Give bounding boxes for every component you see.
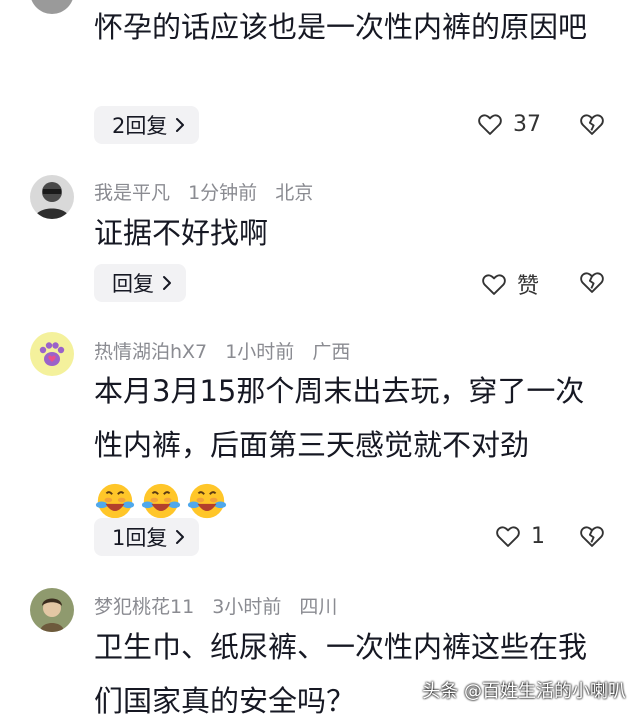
comment-time: 1分钟前	[188, 182, 258, 204]
broken-heart-icon	[578, 268, 606, 296]
replies-label: 1回复	[112, 526, 168, 550]
username[interactable]: 热情湖泊hX7	[94, 341, 207, 363]
like-count: 37	[513, 111, 541, 137]
comment-meta: 梦犯桃花11 3小时前 四川	[94, 592, 349, 619]
replies-button[interactable]: 1回复	[94, 518, 200, 556]
chevron-right-icon	[175, 117, 185, 133]
username[interactable]: 我是平凡	[94, 182, 170, 204]
dislike-button[interactable]	[578, 522, 606, 550]
avatar[interactable]	[30, 588, 74, 632]
chevron-right-icon	[162, 275, 172, 291]
comment-time: 1小时前	[225, 341, 295, 363]
like-count: 赞	[517, 274, 540, 299]
like-button[interactable]: 赞	[480, 268, 539, 300]
like-count: 1	[531, 523, 545, 549]
replies-button[interactable]: 2回复	[94, 106, 200, 144]
comment-location: 北京	[275, 182, 314, 204]
comment-meta: 热情湖泊hX7 1小时前 广西	[94, 337, 362, 364]
avatar[interactable]	[30, 332, 74, 376]
comment-text: 本月3月15那个周末出去玩，穿了一次性内裤，后面第三天感觉就不对劲	[94, 374, 585, 462]
comment-meta: 我是平凡 1分钟前 北京	[94, 178, 325, 205]
watermark: 头条 @百姓生活的小喇叭	[422, 681, 626, 702]
avatar[interactable]	[30, 175, 74, 219]
comment-text: 怀孕的话应该也是一次性内裤的原因吧	[94, 10, 588, 44]
like-button[interactable]: 37	[476, 110, 541, 138]
comment-text: 卫生巾、纸尿裤、一次性内裤这些在我们国家真的安全吗？	[94, 630, 588, 718]
dislike-button[interactable]	[578, 110, 606, 138]
like-button[interactable]: 1	[494, 522, 545, 550]
comment-time: 3小时前	[212, 596, 282, 618]
heart-icon	[494, 522, 522, 550]
replies-button[interactable]: 回复	[94, 264, 186, 302]
laugh-cry-emoji-icon	[141, 483, 181, 519]
replies-label: 回复	[112, 272, 154, 296]
comment-text-block: 本月3月15那个周末出去玩，穿了一次性内裤，后面第三天感觉就不对劲	[94, 364, 610, 526]
replies-label: 2回复	[112, 114, 168, 138]
username[interactable]: 梦犯桃花11	[94, 596, 194, 618]
comment-location: 四川	[299, 596, 338, 618]
broken-heart-icon	[578, 110, 606, 138]
avatar[interactable]	[30, 0, 74, 14]
heart-icon	[476, 110, 504, 138]
dislike-button[interactable]	[578, 268, 606, 296]
broken-heart-icon	[578, 522, 606, 550]
emoji-row	[94, 482, 232, 519]
comment-location: 广西	[312, 341, 351, 363]
heart-icon	[480, 270, 508, 298]
comment-text: 证据不好找啊	[94, 216, 269, 250]
laugh-cry-emoji-icon	[95, 483, 135, 519]
laugh-cry-emoji-icon	[187, 483, 227, 519]
chevron-right-icon	[175, 529, 185, 545]
